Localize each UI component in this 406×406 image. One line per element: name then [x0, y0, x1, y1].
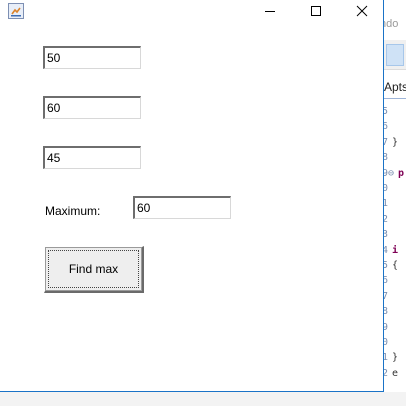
background-bottom-strip: [0, 392, 406, 406]
app-window: Maximum: Find max: [0, 0, 384, 392]
java-app-icon[interactable]: [8, 3, 24, 19]
maximize-icon: [311, 6, 321, 16]
minimize-button[interactable]: [247, 0, 293, 22]
background-toolbar-button[interactable]: [386, 44, 404, 66]
gutter-code-fragment: i: [392, 244, 399, 256]
gutter-code-fragment: }: [392, 136, 399, 148]
gutter-line: 1}: [382, 352, 398, 363]
button-focus-ring: [48, 250, 139, 288]
gutter-line: 4i: [382, 245, 398, 256]
number-input-1[interactable]: [43, 46, 141, 69]
close-icon: [356, 5, 368, 17]
number-input-2[interactable]: [43, 96, 141, 119]
number-input-3[interactable]: [43, 146, 141, 169]
find-max-button[interactable]: Find max: [44, 246, 144, 293]
gutter-code-fragment: p: [398, 167, 405, 179]
gutter-line: 9⊖ p: [382, 168, 404, 179]
gutter-code-fragment: e: [392, 367, 399, 379]
maximize-button[interactable]: [293, 0, 339, 22]
gutter-code-fragment: {: [392, 260, 399, 271]
close-button[interactable]: [339, 0, 385, 22]
gutter-code-fragment: }: [392, 352, 399, 364]
minimize-icon: [265, 11, 275, 12]
title-bar[interactable]: [0, 0, 383, 22]
content-pane: Maximum: Find max: [1, 22, 383, 391]
gutter-line: 2e: [382, 368, 398, 379]
maximum-label: Maximum:: [45, 204, 101, 218]
gutter-line: 7}: [382, 137, 398, 148]
maximum-result-field[interactable]: [133, 196, 231, 219]
gutter-line: 5{: [382, 260, 398, 271]
background-editor-tab[interactable]: Apts: [384, 80, 406, 94]
